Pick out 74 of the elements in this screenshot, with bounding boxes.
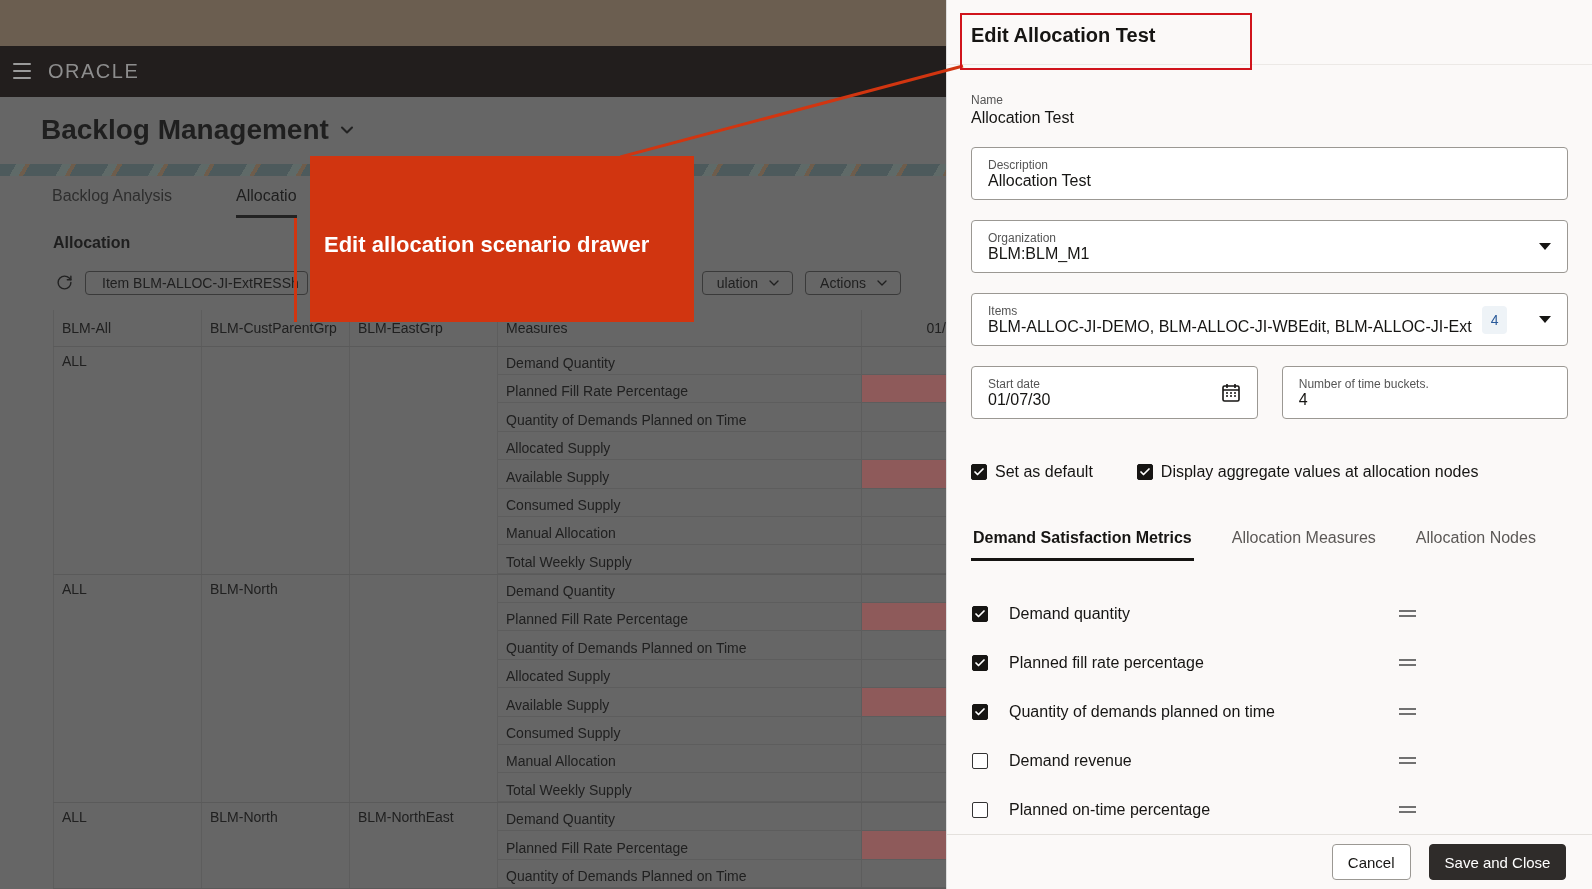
table-cell: Planned Fill Rate Percentage [506, 611, 689, 628]
checkbox[interactable] [972, 752, 988, 769]
save-button[interactable]: Save and Close [1428, 844, 1567, 880]
checkbox[interactable] [972, 605, 988, 622]
drawer-title: Edit Allocation Test [971, 24, 1156, 47]
table-cell: Planned Fill Rate Percentage [506, 839, 689, 856]
drawer-tab[interactable]: Allocation Measures [1229, 517, 1378, 562]
select-field[interactable]: Items BLM-ALLOC-JI-DEMO, BLM-ALLOC-JI-WBEdit, BLM-ALLOC-JI-Ext 4 [971, 293, 1569, 347]
column-header: BLM-EastGrp [358, 319, 443, 336]
input-field[interactable]: Number of time buckets. 4 [1281, 366, 1569, 420]
table-cell: Allocated Supply [506, 440, 611, 457]
checkbox-label[interactable]: Set as default [995, 463, 1093, 482]
metric-label: Quantity of demands planned on time [1009, 702, 1276, 721]
select-field[interactable]: Organization BLM:BLM_M1 [971, 220, 1569, 274]
date-field[interactable]: Start date 01/07/30 [971, 366, 1258, 420]
drag-handle-icon[interactable] [1399, 659, 1416, 667]
drag-handle-icon[interactable] [1399, 757, 1416, 765]
metric-label: Demand revenue [1009, 751, 1133, 770]
table-cell: Quantity of Demands Planned on Time [506, 868, 747, 884]
metric-label: Planned fill rate percentage [1009, 653, 1205, 672]
drag-handle-icon[interactable] [1399, 806, 1416, 814]
table-cell: Planned Fill Rate Percentage [506, 383, 689, 400]
table-cell: Total Weekly Supply [506, 781, 632, 798]
checkbox[interactable] [972, 654, 988, 671]
column-header: BLM-All [62, 319, 111, 336]
table-cell: Allocated Supply [506, 668, 611, 685]
table-cell: BLM-North [210, 808, 278, 825]
table-cell: Demand Quantity [506, 811, 615, 828]
metric-label: Demand quantity [1009, 604, 1131, 623]
table-cell: Manual Allocation [506, 525, 616, 542]
checkbox[interactable] [1136, 464, 1153, 481]
checkbox-label[interactable]: Display aggregate values at allocation nodes [1160, 463, 1479, 482]
checkbox[interactable] [972, 703, 988, 720]
cancel-button[interactable]: Cancel [1331, 844, 1411, 880]
checkbox[interactable] [972, 801, 988, 818]
table-cell: Quantity of Demands Planned on Time [506, 411, 747, 428]
drawer-tab[interactable]: Allocation Nodes [1413, 517, 1538, 562]
drag-handle-icon[interactable] [1399, 708, 1416, 716]
table-cell: Available Supply [506, 696, 610, 713]
section-heading: Allocation [53, 233, 131, 252]
table-cell: Demand Quantity [506, 583, 615, 600]
checkmark-icon [974, 607, 986, 620]
checkmark-icon [974, 656, 986, 669]
field-label: Name [971, 93, 1004, 108]
table-cell: BLM-NorthEast [358, 808, 454, 825]
table-cell: BLM-North [210, 580, 278, 597]
page-title: Backlog Management [41, 114, 329, 147]
dropdown-caret-icon[interactable] [1539, 316, 1552, 324]
column-header: 01/ [926, 319, 946, 336]
table-cell: Consumed Supply [506, 496, 621, 513]
table-cell: ALL [62, 580, 87, 597]
drag-handle-icon[interactable] [1399, 610, 1416, 618]
table-cell: ALL [62, 808, 87, 825]
table-cell: Consumed Supply [506, 725, 621, 742]
table-cell: Manual Allocation [506, 753, 616, 770]
callout-label: Edit allocation scenario drawer [310, 156, 694, 322]
table-cell: Quantity of Demands Planned on Time [506, 639, 747, 656]
count-badge: 4 [1481, 305, 1508, 334]
refresh-icon[interactable] [56, 274, 73, 292]
checkmark-icon [974, 705, 986, 718]
column-header: BLM-CustParentGrp [210, 319, 337, 336]
calendar-icon[interactable] [1220, 382, 1241, 403]
column-header: Measures [506, 319, 568, 336]
checkbox[interactable] [971, 464, 987, 481]
metric-label: Planned on-time percentage [1009, 800, 1212, 819]
table-cell: Total Weekly Supply [506, 553, 632, 570]
input-field[interactable]: Description Allocation Test [971, 147, 1569, 201]
dropdown-caret-icon[interactable] [1539, 243, 1552, 251]
drawer-tab[interactable]: Demand Satisfaction Metrics [971, 517, 1194, 562]
table-cell: ALL [62, 352, 87, 369]
table-cell: Demand Quantity [506, 354, 615, 371]
table-cell: Available Supply [506, 468, 610, 485]
field-value: Allocation Test [971, 109, 1075, 128]
logo[interactable]: ORACLE [48, 59, 140, 83]
